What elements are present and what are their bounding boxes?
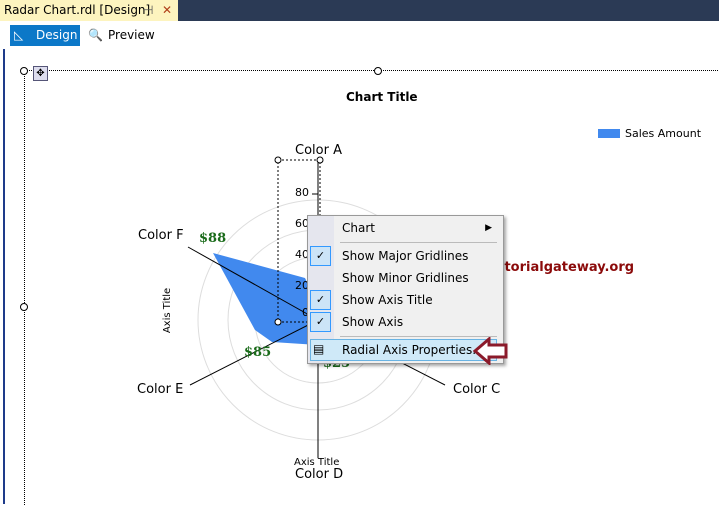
- menu-separator: [340, 242, 497, 243]
- category-label: Color D: [295, 467, 344, 482]
- menu-item-chart[interactable]: Chart ▶: [342, 218, 492, 238]
- data-label: $85: [244, 345, 272, 360]
- arrow-pointer-icon: [473, 337, 508, 365]
- menu-label: Chart: [342, 221, 375, 235]
- category-label: Color E: [137, 382, 184, 397]
- menu-item-show-major-gridlines[interactable]: Show Major Gridlines: [342, 246, 468, 266]
- axis-title-bottom[interactable]: Axis Title: [294, 457, 339, 468]
- category-label: Color C: [453, 382, 501, 397]
- menu-item-show-axis-title[interactable]: Show Axis Title: [342, 290, 433, 310]
- menu-item-show-axis[interactable]: Show Axis: [342, 312, 403, 332]
- category-label: Color A: [295, 143, 342, 158]
- check-icon: ✓: [310, 312, 331, 332]
- menu-item-radial-axis-properties[interactable]: Radial Axis Properties...: [342, 340, 484, 360]
- submenu-arrow-icon: ▶: [485, 223, 492, 233]
- data-label: $88: [199, 231, 227, 246]
- tick-label: 80: [295, 186, 309, 199]
- properties-icon: ▤: [313, 342, 325, 356]
- check-icon: ✓: [310, 290, 331, 310]
- check-icon: ✓: [310, 246, 331, 266]
- menu-item-show-minor-gridlines[interactable]: Show Minor Gridlines: [342, 268, 469, 288]
- category-label: Color F: [138, 228, 184, 243]
- axis-title-vertical[interactable]: Axis Title: [162, 288, 173, 333]
